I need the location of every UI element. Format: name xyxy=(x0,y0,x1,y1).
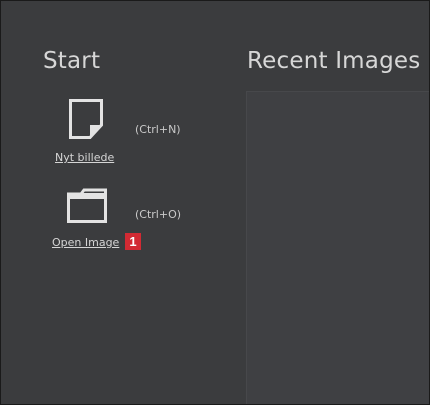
start-screen: Start Recent Images Nyt billede (Ctrl+N)… xyxy=(0,0,430,405)
new-image-shortcut: (Ctrl+N) xyxy=(135,123,181,136)
folder-icon[interactable] xyxy=(67,187,107,223)
recent-images-panel[interactable] xyxy=(246,91,429,404)
new-image-link[interactable]: Nyt billede xyxy=(55,151,114,164)
recent-images-heading: Recent Images xyxy=(247,48,421,74)
new-document-icon[interactable] xyxy=(69,99,103,139)
open-image-link[interactable]: Open Image xyxy=(52,236,119,249)
start-heading: Start xyxy=(43,48,101,74)
step-badge: 1 xyxy=(125,233,141,250)
open-image-shortcut: (Ctrl+O) xyxy=(135,208,182,221)
